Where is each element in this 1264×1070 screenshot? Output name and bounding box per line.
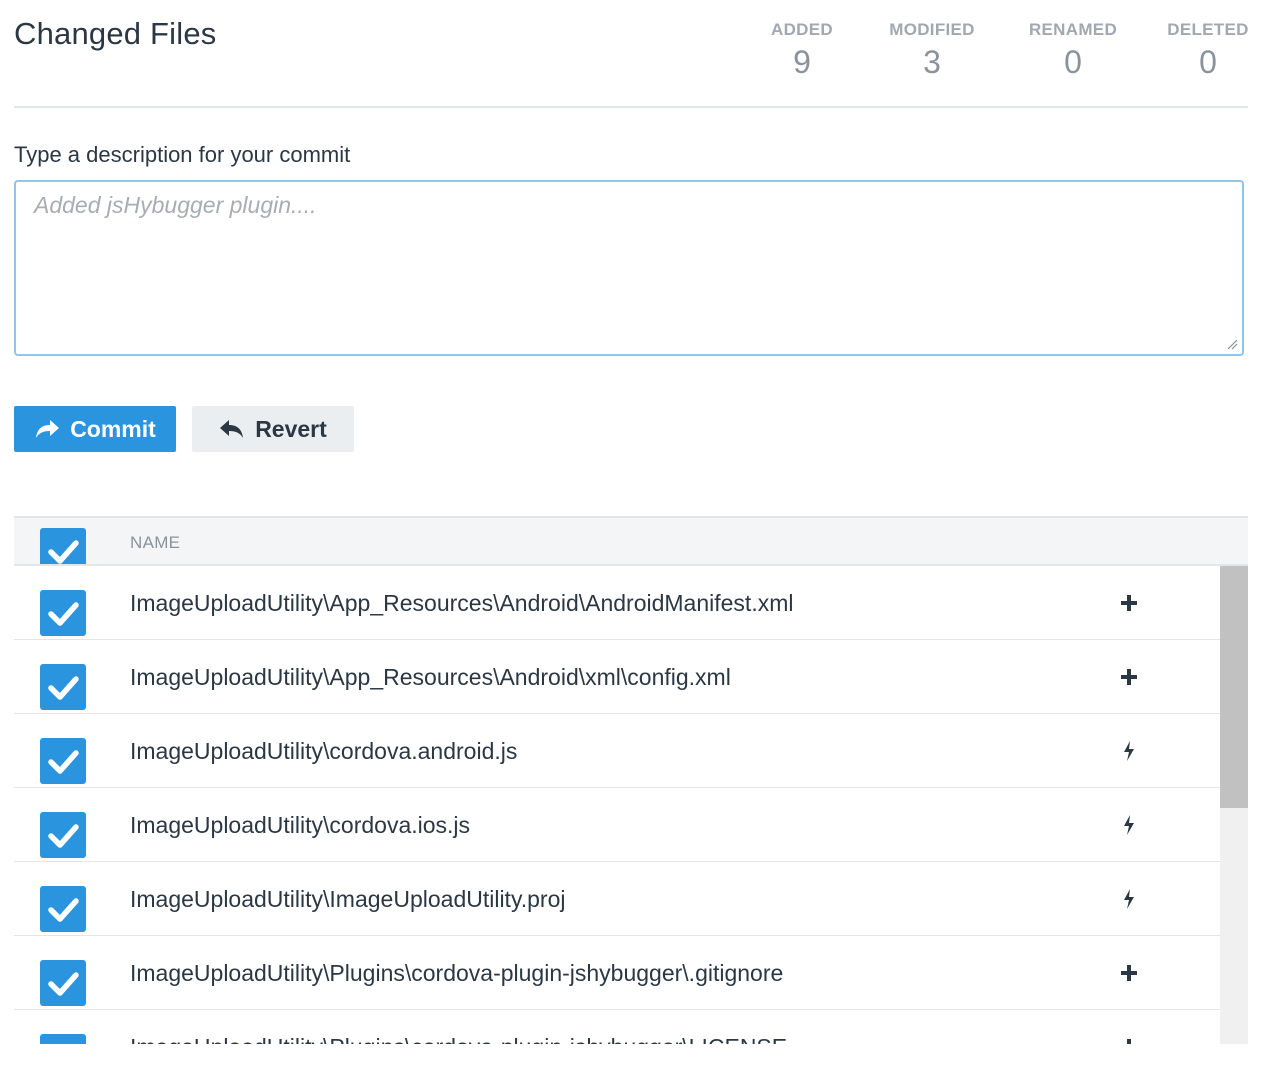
check-icon [48, 602, 79, 626]
stat-label: DELETED [1167, 20, 1249, 39]
commit-button[interactable]: Commit [14, 406, 176, 452]
table-row[interactable]: ImageUploadUtility\App_Resources\Android… [14, 566, 1220, 640]
stat-value: 9 [793, 44, 811, 80]
row-checkbox[interactable] [40, 590, 86, 636]
file-name: ImageUploadUtility\App_Resources\Android… [130, 590, 794, 616]
stat-modified: MODIFIED 3 [872, 20, 992, 81]
table-row[interactable]: ImageUploadUtility\cordova.android.js [14, 714, 1220, 788]
plus-icon [1121, 595, 1137, 611]
table-header: NAME [14, 516, 1248, 566]
bolt-icon [1124, 741, 1134, 761]
stat-value: 0 [1199, 44, 1217, 80]
table-row[interactable]: ImageUploadUtility\cordova.ios.js [14, 788, 1220, 862]
changed-files-table: NAME ImageUploadUtility\App_Resources\An… [14, 516, 1248, 1044]
commit-description-input[interactable] [16, 182, 1242, 354]
check-icon [48, 972, 79, 996]
stat-label: MODIFIED [889, 20, 975, 39]
row-checkbox[interactable] [40, 812, 86, 858]
table-row[interactable]: ImageUploadUtility\App_Resources\Android… [14, 640, 1220, 714]
file-name: ImageUploadUtility\Plugins\cordova-plugi… [130, 960, 784, 986]
select-all-checkbox[interactable] [40, 528, 86, 564]
file-name: ImageUploadUtility\Plugins\cordova-plugi… [130, 1034, 787, 1044]
column-header-name[interactable]: NAME [130, 533, 180, 553]
reply-arrow-icon [220, 420, 244, 438]
check-icon [48, 676, 79, 700]
plus-icon [1127, 1039, 1131, 1044]
stat-label: RENAMED [1028, 20, 1118, 39]
changed-files-page: Changed Files ADDED 9 MODIFIED 3 RENAMED… [0, 0, 1264, 1070]
page-title: Changed Files [14, 16, 217, 51]
commit-button-label: Commit [70, 415, 156, 442]
stat-label: ADDED [771, 20, 833, 39]
revert-button[interactable]: Revert [192, 406, 354, 452]
share-arrow-icon [36, 420, 60, 438]
check-icon [48, 750, 79, 774]
resize-grip-icon[interactable] [1226, 338, 1238, 350]
check-icon [48, 898, 79, 922]
plus-icon [1121, 669, 1137, 685]
revert-button-label: Revert [255, 415, 327, 442]
row-checkbox[interactable] [40, 738, 86, 784]
row-checkbox[interactable] [40, 664, 86, 710]
row-checkbox[interactable] [40, 886, 86, 932]
check-icon [48, 824, 79, 848]
bolt-icon [1124, 815, 1134, 835]
plus-icon [1121, 965, 1137, 981]
stat-value: 0 [1064, 44, 1082, 80]
row-checkbox[interactable] [40, 1034, 86, 1044]
table-row[interactable]: ImageUploadUtility\Plugins\cordova-plugi… [14, 936, 1220, 1010]
table-row[interactable]: ImageUploadUtility\Plugins\cordova-plugi… [14, 1010, 1220, 1044]
stat-deleted: DELETED 0 [1148, 20, 1264, 81]
table-scrollbar[interactable] [1220, 566, 1248, 1044]
stat-added: ADDED 9 [742, 20, 862, 81]
row-checkbox[interactable] [40, 960, 86, 1006]
file-name: ImageUploadUtility\cordova.ios.js [130, 812, 471, 838]
check-icon [40, 1034, 86, 1044]
commit-description-label: Type a description for your commit [14, 142, 351, 167]
file-name: ImageUploadUtility\App_Resources\Android… [130, 664, 731, 690]
table-row[interactable]: ImageUploadUtility\ImageUploadUtility.pr… [14, 862, 1220, 936]
bolt-icon [1124, 889, 1134, 909]
scrollbar-thumb[interactable] [1220, 566, 1248, 808]
stat-value: 3 [923, 44, 941, 80]
table-body: ImageUploadUtility\App_Resources\Android… [14, 566, 1220, 1044]
check-icon [48, 540, 79, 564]
file-name: ImageUploadUtility\cordova.android.js [130, 738, 518, 764]
commit-description-box [14, 180, 1244, 356]
header: Changed Files ADDED 9 MODIFIED 3 RENAMED… [14, 0, 1248, 108]
file-name: ImageUploadUtility\ImageUploadUtility.pr… [130, 886, 566, 912]
stat-renamed: RENAMED 0 [1013, 20, 1133, 81]
